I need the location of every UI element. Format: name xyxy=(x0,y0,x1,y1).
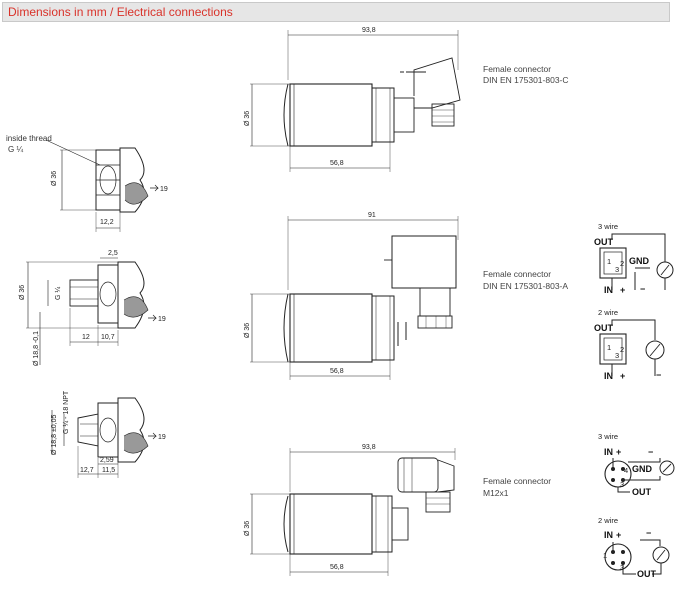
out-label: OUT xyxy=(594,237,614,247)
fitting-1: inside thread G ¼ Ø 36 12,2 19 xyxy=(6,134,168,232)
plus-label: + xyxy=(616,447,621,457)
thread-size: G ¼ - 18 NPT xyxy=(63,390,70,434)
sensor-3: 93,8 Ø 36 56,8 Female connector M12x1 xyxy=(244,444,551,576)
thread-size-label: G ¼ xyxy=(8,145,23,154)
wiring-title: 3 wire xyxy=(598,432,618,441)
wrench-size: 19 xyxy=(158,434,166,441)
dim-length: 91 xyxy=(368,212,376,219)
wiring-title: 2 wire xyxy=(598,308,618,317)
connector-standard: M12x1 xyxy=(483,488,509,498)
pin-3: 3 xyxy=(615,265,619,274)
minus-label: − xyxy=(640,284,645,294)
in-label: IN xyxy=(604,371,613,381)
fitting-2: Ø 36 G ¼ 2,5 12 10,7 Ø 18,8 -0,1 19 xyxy=(19,250,166,366)
dim-length: 93,8 xyxy=(362,444,376,451)
plus-label: + xyxy=(620,371,625,381)
dim-a: 2,59 xyxy=(100,457,114,464)
out-label: OUT xyxy=(594,323,614,333)
dim-dia-small: Ø 18,8 -0,1 xyxy=(33,331,40,366)
pin-1: 1 xyxy=(607,343,611,352)
connector-standard: DIN EN 175301-803-A xyxy=(483,281,568,291)
pin-1: 1 xyxy=(603,551,607,560)
dim-dia: Ø 36 xyxy=(244,521,251,536)
dim-body: 56,8 xyxy=(330,564,344,571)
connector-label: Female connector xyxy=(483,476,551,486)
dim-dia: Ø 36 xyxy=(244,323,251,338)
out-label: OUT xyxy=(637,569,657,579)
connector-standard: DIN EN 175301-803-C xyxy=(483,75,569,85)
in-label: IN xyxy=(604,447,613,457)
gnd-label: GND xyxy=(632,464,653,474)
dim-width: 12,2 xyxy=(100,219,114,226)
dim-dia-small: Ø 18,8 ±0,05 xyxy=(51,414,58,455)
minus-label: − xyxy=(648,447,653,457)
plus-label: + xyxy=(616,530,621,540)
thread-size: G ¼ xyxy=(55,287,62,300)
in-label: IN xyxy=(604,285,613,295)
pin-2: 2 xyxy=(620,345,624,354)
dim-c: 11,5 xyxy=(102,467,115,474)
thread-label: inside thread xyxy=(6,134,52,143)
wiring-3wire-m12: 3 wire IN + − 4 3 GND OUT xyxy=(598,432,675,497)
wrench-size: 19 xyxy=(160,186,168,193)
minus-label: − xyxy=(646,528,651,538)
dim-dia: Ø 36 xyxy=(244,111,251,126)
wiring-title: 2 wire xyxy=(598,516,618,525)
pin-2: 2 xyxy=(620,259,624,268)
dim-b: 10,7 xyxy=(101,334,115,341)
wiring-3wire-din: 3 wire OUT 1 2 3 GND IN + − xyxy=(594,222,674,295)
dim-dia: Ø 36 xyxy=(51,171,58,186)
wiring-title: 3 wire xyxy=(598,222,618,231)
dim-top: 2,5 xyxy=(108,250,118,257)
technical-drawing: inside thread G ¼ Ø 36 12,2 19 Ø 36 G ¼ … xyxy=(6,27,675,579)
connector-label: Female connector xyxy=(483,269,551,279)
dim-b: 12,7 xyxy=(80,467,94,474)
pin-3: 3 xyxy=(620,480,624,489)
dim-length: 93,8 xyxy=(362,27,376,34)
sensor-2: 91 Ø 36 56,8 Female connector DIN EN 175… xyxy=(244,212,568,380)
dim-a: 12 xyxy=(82,334,90,341)
wiring-2wire-m12: 2 wire IN + − 1 3 OUT xyxy=(598,516,670,579)
wrench-size: 19 xyxy=(158,316,166,323)
pin-3: 3 xyxy=(620,563,624,572)
minus-label: − xyxy=(656,370,661,380)
dim-dia: Ø 36 xyxy=(19,285,26,300)
pin-4: 4 xyxy=(624,466,628,475)
plus-label: + xyxy=(620,285,625,295)
out-label: OUT xyxy=(632,487,652,497)
wiring-2wire-din: 2 wire OUT 1 2 3 IN + − xyxy=(594,308,665,381)
dim-body: 56,8 xyxy=(330,368,344,375)
fitting-3: G ¼ - 18 NPT Ø 18,8 ±0,05 2,59 12,7 11,5… xyxy=(51,390,166,478)
pin-1: 1 xyxy=(607,257,611,266)
sensor-1: 93,8 Ø 36 56,8 Female connector DIN EN 1… xyxy=(244,27,569,172)
pin-3: 3 xyxy=(615,351,619,360)
in-label: IN xyxy=(604,530,613,540)
gnd-label: GND xyxy=(629,256,650,266)
dim-body: 56,8 xyxy=(330,160,344,167)
connector-label: Female connector xyxy=(483,64,551,74)
